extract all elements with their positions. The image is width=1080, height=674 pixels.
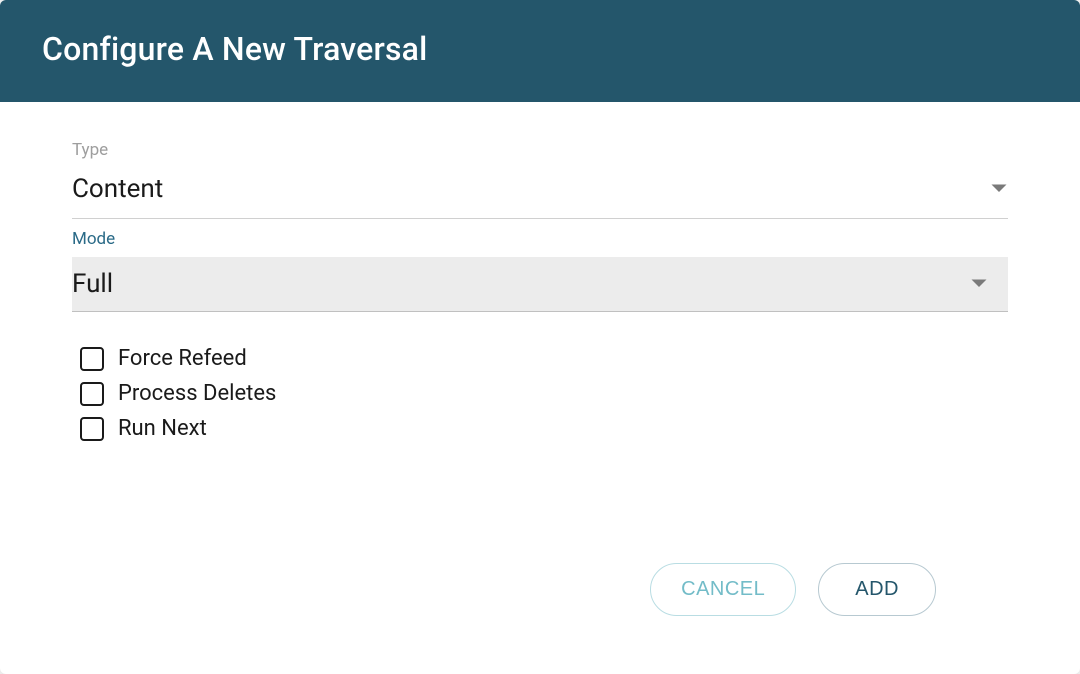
checkbox-icon [80, 417, 104, 441]
mode-select-value: Full [72, 269, 113, 299]
force-refeed-checkbox[interactable]: Force Refeed [80, 346, 1008, 371]
type-label: Type [72, 140, 1008, 160]
checkbox-icon [80, 382, 104, 406]
cancel-button[interactable]: CANCEL [650, 563, 796, 616]
dialog-body: Type Content Mode Full Force Refeed [0, 102, 1080, 674]
configure-traversal-dialog: Configure A New Traversal Type Content M… [0, 0, 1080, 674]
type-select[interactable]: Content [72, 168, 1008, 219]
checkbox-group: Force Refeed Process Deletes Run Next [72, 346, 1008, 451]
run-next-label: Run Next [118, 416, 207, 441]
dialog-title: Configure A New Traversal [42, 30, 1038, 68]
chevron-down-icon [970, 275, 988, 294]
mode-select[interactable]: Full [72, 257, 1008, 312]
run-next-checkbox[interactable]: Run Next [80, 416, 1008, 441]
type-select-value: Content [72, 174, 163, 204]
process-deletes-label: Process Deletes [118, 381, 276, 406]
mode-label: Mode [72, 229, 1008, 249]
type-field-group: Type Content [72, 140, 1008, 219]
process-deletes-checkbox[interactable]: Process Deletes [80, 381, 1008, 406]
force-refeed-label: Force Refeed [118, 346, 247, 371]
dialog-header: Configure A New Traversal [0, 0, 1080, 102]
mode-field-group: Mode Full [72, 229, 1008, 312]
checkbox-icon [80, 347, 104, 371]
dialog-footer: CANCEL ADD [72, 563, 1008, 674]
add-button[interactable]: ADD [818, 563, 936, 616]
chevron-down-icon [990, 180, 1008, 199]
